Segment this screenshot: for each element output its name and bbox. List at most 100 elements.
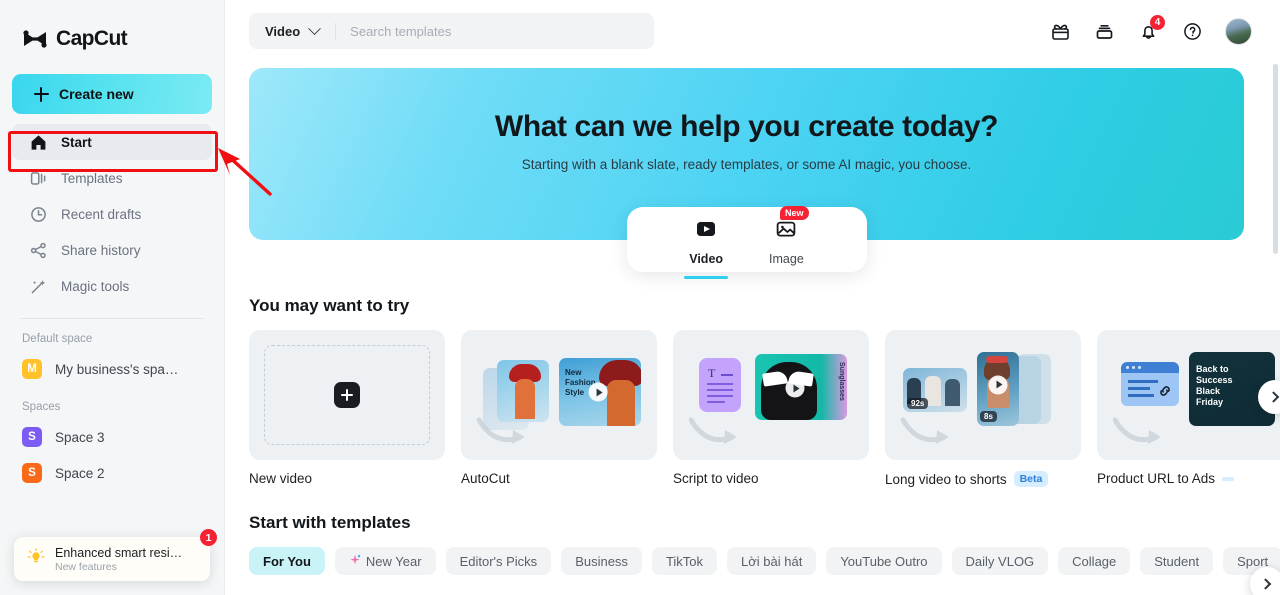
toast-text: Enhanced smart resi… New features bbox=[55, 546, 182, 573]
tab-video[interactable]: Video bbox=[684, 214, 729, 279]
card-script-to-video[interactable]: T Sunglasses Script to video bbox=[673, 330, 869, 487]
sidebar-item-label: Recent drafts bbox=[61, 206, 142, 222]
templates-section-title: Start with templates bbox=[249, 513, 411, 532]
try-cards-row: New video New Fashion Style AutoCut T Su… bbox=[249, 330, 1280, 487]
card-label-text: Product URL to Ads bbox=[1097, 471, 1216, 486]
card-autocut[interactable]: New Fashion Style AutoCut bbox=[461, 330, 657, 487]
card-product-url-to-ads[interactable]: Back to Success Black Friday Product URL to… bbox=[1097, 330, 1280, 487]
bell-icon[interactable]: 4 bbox=[1137, 15, 1165, 42]
subscription-icon[interactable] bbox=[1093, 20, 1115, 42]
mode-switcher: Video New Image bbox=[626, 205, 867, 279]
space-label: Space 2 bbox=[55, 465, 105, 481]
space-item-default[interactable]: M My business's spa… bbox=[0, 351, 224, 387]
capcut-logo-icon bbox=[22, 29, 48, 49]
vertical-scrollbar[interactable] bbox=[1273, 64, 1278, 254]
sidebar-item-templates[interactable]: Templates bbox=[12, 160, 212, 196]
hero-subtitle: Starting with a blank slate, ready templ… bbox=[521, 157, 972, 172]
plus-icon bbox=[334, 382, 360, 408]
sidebar-item-label: Share history bbox=[61, 242, 141, 258]
chip-tiktok[interactable]: TikTok bbox=[651, 547, 718, 575]
search-scope-dropdown[interactable]: Video bbox=[265, 21, 322, 39]
default-space-label: Default space bbox=[22, 333, 93, 345]
dashed-drop-area bbox=[264, 345, 430, 445]
sidebar-item-share-history[interactable]: Share history bbox=[12, 232, 212, 268]
sidebar-nav: Start Templates Recent drafts Share hist… bbox=[0, 124, 224, 304]
sidebar-item-label: Templates bbox=[61, 170, 123, 186]
space-item-space-2[interactable]: S Space 2 bbox=[0, 455, 224, 491]
space-label: My business's spa… bbox=[55, 361, 179, 377]
chip-collage[interactable]: Collage bbox=[1058, 547, 1131, 575]
chip-business[interactable]: Business bbox=[561, 547, 642, 575]
chevron-down-icon bbox=[308, 21, 322, 35]
chip-label: Editor's Picks bbox=[459, 553, 538, 569]
tab-video-label: Video bbox=[689, 251, 724, 266]
clock-icon bbox=[30, 206, 47, 223]
search-input[interactable]: Search templates bbox=[350, 24, 451, 39]
card-thumbnail: 92s 8s bbox=[885, 330, 1081, 460]
space-label: Space 3 bbox=[55, 429, 105, 445]
user-avatar[interactable] bbox=[1225, 17, 1252, 45]
chip-label: Daily VLOG bbox=[965, 553, 1035, 569]
play-icon bbox=[785, 378, 805, 398]
chip-new-year[interactable]: New Year bbox=[334, 547, 436, 575]
search-scope-label: Video bbox=[265, 23, 301, 39]
card-label: Product URL to Ads bbox=[1097, 471, 1280, 486]
chip-daily-vlog[interactable]: Daily VLOG bbox=[951, 547, 1049, 575]
chip-student[interactable]: Student bbox=[1140, 547, 1214, 575]
card-label: Long video to shorts Beta bbox=[885, 471, 1081, 487]
tab-image-label: Image bbox=[769, 251, 804, 266]
share-icon bbox=[30, 242, 47, 259]
transform-arrow-icon bbox=[689, 417, 737, 444]
card-thumbnail: New Fashion Style bbox=[461, 330, 657, 460]
chip-for-you[interactable]: For You bbox=[249, 547, 325, 575]
play-icon bbox=[988, 375, 1008, 395]
sidebar: CapCut Create new Start Templates Recent… bbox=[0, 0, 225, 595]
tab-active-underline bbox=[684, 275, 729, 279]
create-new-label: Create new bbox=[59, 86, 134, 102]
plus-icon bbox=[34, 86, 49, 102]
chip-label: Collage bbox=[1072, 553, 1117, 569]
image-icon bbox=[775, 218, 797, 245]
sidebar-item-label: Magic tools bbox=[61, 278, 130, 294]
sidebar-item-label: Start bbox=[61, 134, 92, 150]
toast-title: Enhanced smart resi… bbox=[55, 545, 183, 560]
gift-icon[interactable] bbox=[1049, 20, 1071, 42]
sidebar-item-start[interactable]: Start bbox=[12, 124, 212, 160]
chip-label: For You bbox=[263, 553, 311, 569]
chip-label: YouTube Outro bbox=[840, 553, 928, 569]
sidebar-item-recent-drafts[interactable]: Recent drafts bbox=[12, 196, 212, 232]
chip-label: Student bbox=[1154, 553, 1200, 569]
spaces-label: Spaces bbox=[22, 401, 61, 413]
chip-youtube-outro[interactable]: YouTube Outro bbox=[826, 547, 942, 575]
image-new-badge: New bbox=[780, 205, 809, 220]
template-category-chips: For You New Year Editor's Picks Business… bbox=[249, 547, 1280, 575]
lightbulb-icon bbox=[26, 547, 46, 572]
topbar: Video Search templates 4 bbox=[225, 0, 1280, 62]
card-new-video[interactable]: New video bbox=[249, 330, 445, 487]
new-features-toast[interactable]: Enhanced smart resi… New features 1 bbox=[14, 529, 217, 581]
chip-label: New Year bbox=[365, 553, 422, 569]
space-avatar: S bbox=[22, 463, 42, 483]
help-icon[interactable] bbox=[1181, 20, 1203, 42]
chip-loi-bai-hat[interactable]: Lời bài hát bbox=[727, 547, 817, 575]
sidebar-item-magic-tools[interactable]: Magic tools bbox=[12, 268, 212, 304]
chip-label: Lời bài hát bbox=[741, 553, 803, 569]
toast-badge: 1 bbox=[200, 529, 217, 546]
chevron-right-icon bbox=[1267, 391, 1280, 403]
toast-subtitle: New features bbox=[55, 560, 117, 573]
video-play-icon bbox=[695, 218, 717, 245]
chevron-right-icon bbox=[1259, 578, 1272, 590]
tab-image[interactable]: New Image bbox=[769, 205, 809, 266]
card-thumbnail bbox=[249, 330, 445, 460]
clip-duration-badge: 8s bbox=[980, 411, 997, 422]
chip-editors-picks[interactable]: Editor's Picks bbox=[445, 547, 552, 575]
card-thumbnail: Back to Success Black Friday bbox=[1097, 330, 1280, 460]
chip-label: Business bbox=[575, 553, 628, 569]
chips-next-button[interactable] bbox=[1250, 567, 1280, 595]
search-bar[interactable]: Video Search templates bbox=[249, 13, 654, 49]
create-new-button[interactable]: Create new bbox=[12, 74, 212, 114]
transform-arrow-icon bbox=[901, 417, 949, 444]
card-long-video-to-shorts[interactable]: 92s 8s Long video to shorts Beta bbox=[885, 330, 1081, 487]
capcut-app-window: CapCut Create new Start Templates Recent… bbox=[0, 0, 1280, 595]
space-item-space-3[interactable]: S Space 3 bbox=[0, 419, 224, 455]
